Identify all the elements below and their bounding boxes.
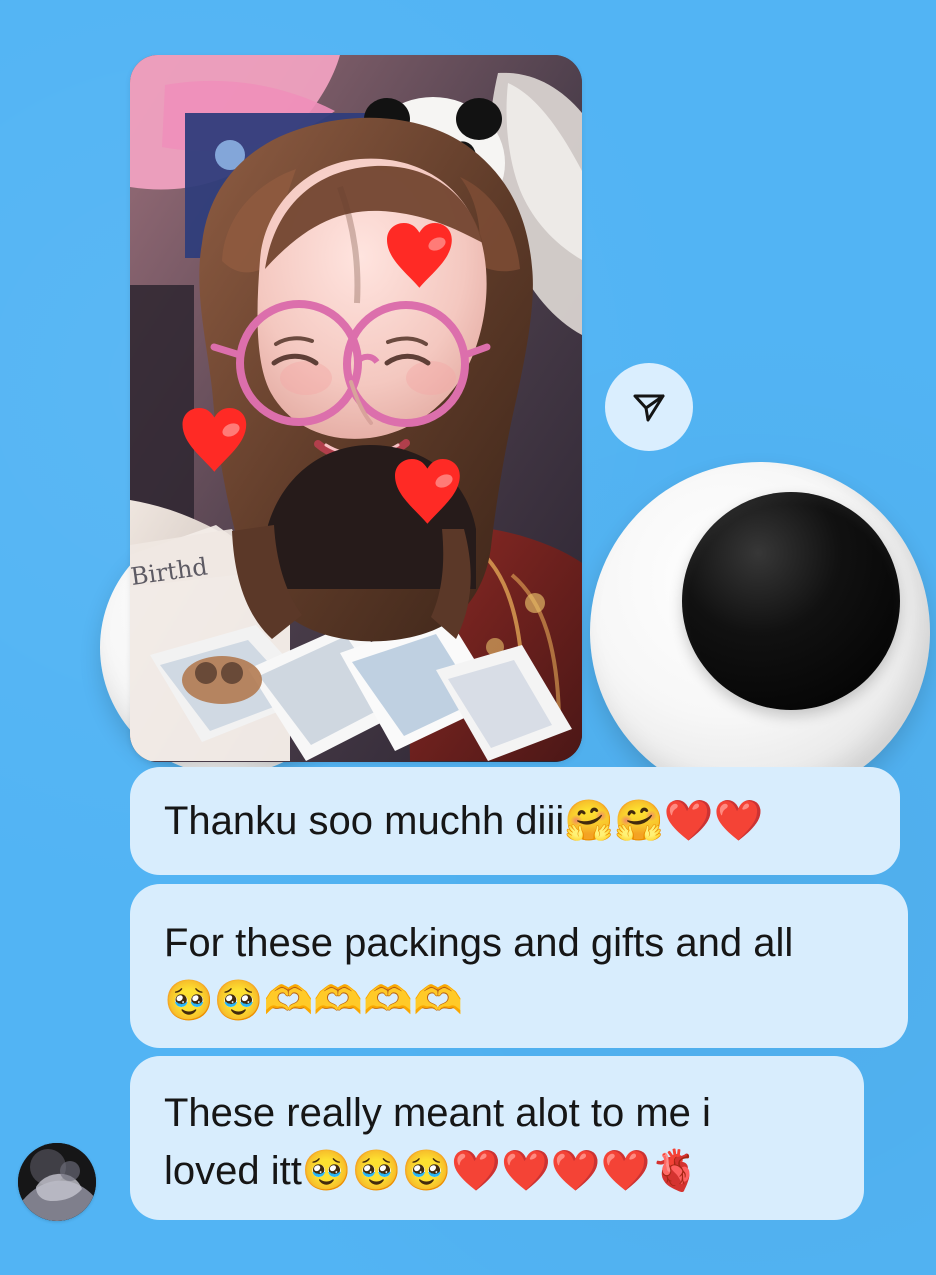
photo-content: Birthd — [130, 55, 582, 762]
share-button[interactable] — [605, 363, 693, 451]
send-icon — [628, 386, 670, 428]
googly-eye-pupil — [682, 492, 900, 710]
message-bubble: These really meant alot to me i loved it… — [130, 1056, 864, 1220]
message-bubble: Thanku soo muchh diii🤗🤗❤️❤️ — [130, 767, 900, 875]
avatar[interactable] — [18, 1143, 96, 1221]
googly-eye-sticker-right — [590, 462, 930, 802]
message-bubble: For these packings and gifts and all 🥹🥹🫶… — [130, 884, 908, 1048]
shared-photo-message[interactable]: Birthd — [130, 55, 582, 762]
chat-thread: Birthd Thanku soo muchh diii🤗🤗❤️❤️ For t… — [0, 0, 936, 1275]
